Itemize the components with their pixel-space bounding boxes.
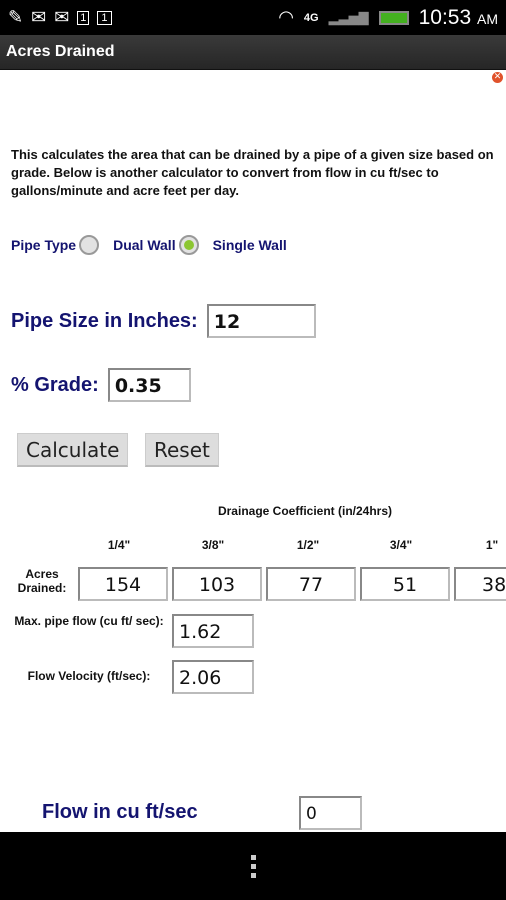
acres-output[interactable]: 154 — [78, 567, 168, 601]
status-bar: ✎ ✉ ✉ 1 1 ◠ 4G ▂▃▅▇ 10:53 AM — [0, 0, 506, 35]
clock: 10:53 AM — [419, 6, 498, 30]
acres-output[interactable]: 103 — [172, 567, 262, 601]
coef-header: 1/4" — [107, 538, 131, 552]
grade-row: % Grade: 0.35 — [11, 368, 191, 402]
acres-output[interactable]: 38 — [454, 567, 506, 601]
single-wall-label: Single Wall — [212, 237, 287, 253]
pipe-type-label: Pipe Type — [11, 237, 77, 253]
battery-icon — [378, 10, 409, 25]
velocity-output[interactable]: 2.06 — [172, 660, 254, 694]
acres-output[interactable]: 51 — [360, 567, 450, 601]
evernote-icon: ✎ — [8, 7, 24, 27]
radio-dual-wall[interactable] — [79, 235, 100, 255]
calculate-button[interactable]: Calculate — [17, 433, 129, 467]
grade-input[interactable]: 0.35 — [107, 368, 191, 402]
menu-icon[interactable] — [250, 854, 256, 878]
clock-time: 10:53 — [418, 5, 472, 29]
signal-icon: ▂▃▅▇ — [328, 9, 369, 25]
calendar-icon: 1 — [77, 10, 90, 25]
drainage-coefficient-heading: Drainage Coefficient (in/24hrs) — [217, 504, 393, 518]
coef-header: 3/8" — [201, 538, 225, 552]
gmail-icon: ✉ — [54, 7, 70, 27]
grade-label: % Grade: — [11, 373, 99, 396]
calendar-icon: 1 — [97, 10, 112, 25]
flow-label: Flow in cu ft/sec — [42, 801, 198, 823]
pipe-size-input[interactable]: 12 — [206, 304, 316, 338]
description: This calculates the area that can be dra… — [11, 147, 494, 198]
radio-single-wall[interactable] — [178, 235, 199, 255]
nav-bar — [0, 832, 506, 900]
coef-header: 1" — [485, 538, 499, 552]
max-flow-output[interactable]: 1.62 — [172, 614, 254, 648]
velocity-label: Flow Velocity (ft/sec): — [27, 669, 151, 683]
reset-button[interactable]: Reset — [145, 433, 219, 467]
clock-ampm: AM — [477, 10, 498, 27]
pipe-size-row: Pipe Size in Inches: 12 — [11, 304, 316, 338]
coef-header: 1/2" — [296, 538, 320, 552]
max-flow-label: Max. pipe flow (cu ft/ sec): — [14, 614, 164, 628]
gmail-icon: ✉ — [31, 7, 47, 27]
wifi-icon: ◠ — [278, 7, 294, 27]
app-title: Acres Drained — [0, 35, 506, 70]
pipe-type-group: Pipe Type Dual Wall Single Wall — [11, 235, 287, 255]
network-type: 4G — [303, 11, 319, 24]
coef-header: 3/4" — [389, 538, 413, 552]
acres-drained-label: Acres Drained: — [17, 567, 67, 595]
pipe-size-label: Pipe Size in Inches: — [11, 309, 198, 332]
acres-output[interactable]: 77 — [266, 567, 356, 601]
close-icon[interactable]: ✕ — [492, 72, 503, 83]
flow-input[interactable]: 0 — [299, 796, 362, 830]
dual-wall-label: Dual Wall — [113, 237, 176, 253]
